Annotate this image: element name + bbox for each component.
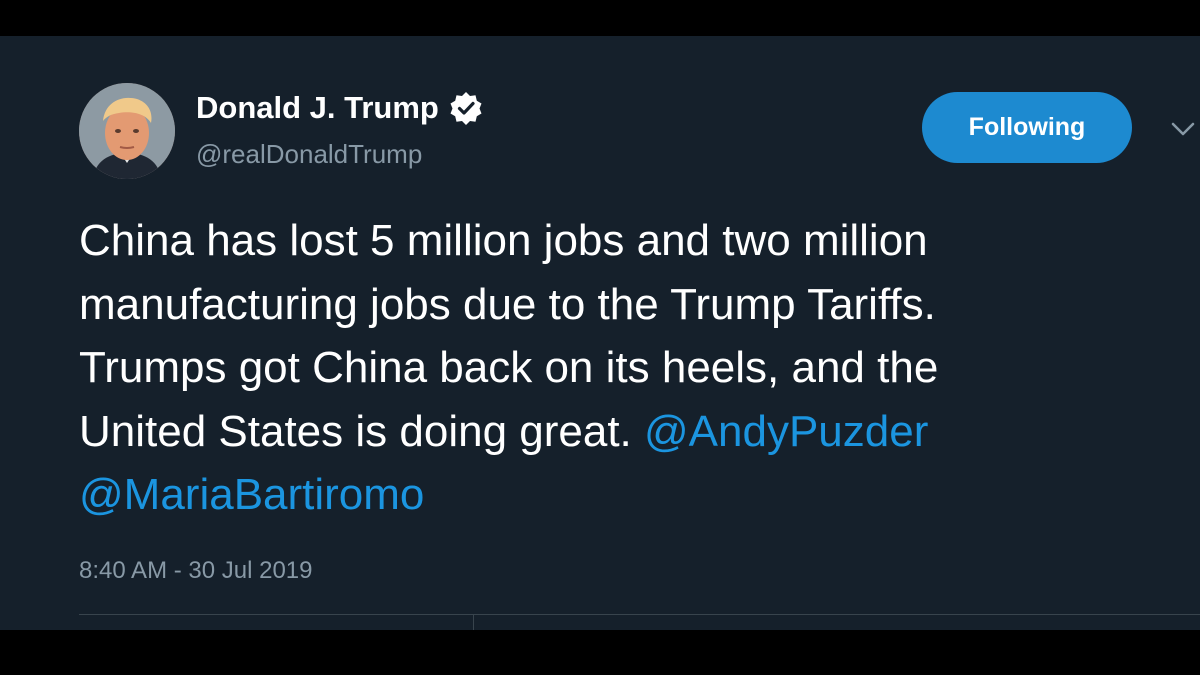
user-handle[interactable]: @realDonaldTrump [196,138,422,170]
tweet-text-line: China has lost 5 million jobs and two mi… [79,216,928,265]
following-button[interactable]: Following [922,92,1132,163]
tweet-card: Donald J. Trump @realDonaldTrump Followi… [0,36,1200,630]
tweet-text-line: manufacturing jobs due to the Trump Tari… [79,279,936,329]
mention-link-mariabartiromo[interactable]: @MariaBartiromo [79,470,424,519]
letterbox-top [0,0,1200,36]
mention-link-andypuzder[interactable]: @AndyPuzder [644,407,928,456]
user-name-text: Donald J. Trump [196,90,439,125]
tweet-text-line: Trumps got China back on its heels, and … [79,343,939,392]
verified-badge-icon [449,91,483,125]
profile-photo-icon [79,83,175,179]
tweet-text: China has lost 5 million jobs and two mi… [79,209,1189,527]
chevron-down-icon[interactable] [1170,120,1196,140]
user-name[interactable]: Donald J. Trump [196,90,483,126]
tweet-timestamp[interactable]: 8:40 AM - 30 Jul 2019 [79,556,312,586]
tweet-text-line: @MariaBartiromo [79,463,1189,527]
divider [473,614,474,630]
avatar[interactable] [79,83,175,179]
tweet-text-segment: United States is doing great. [79,406,644,456]
letterbox-bottom [0,630,1200,675]
tweet-text-line: United States is doing great. @AndyPuzde… [79,400,1189,464]
divider [79,614,1200,615]
